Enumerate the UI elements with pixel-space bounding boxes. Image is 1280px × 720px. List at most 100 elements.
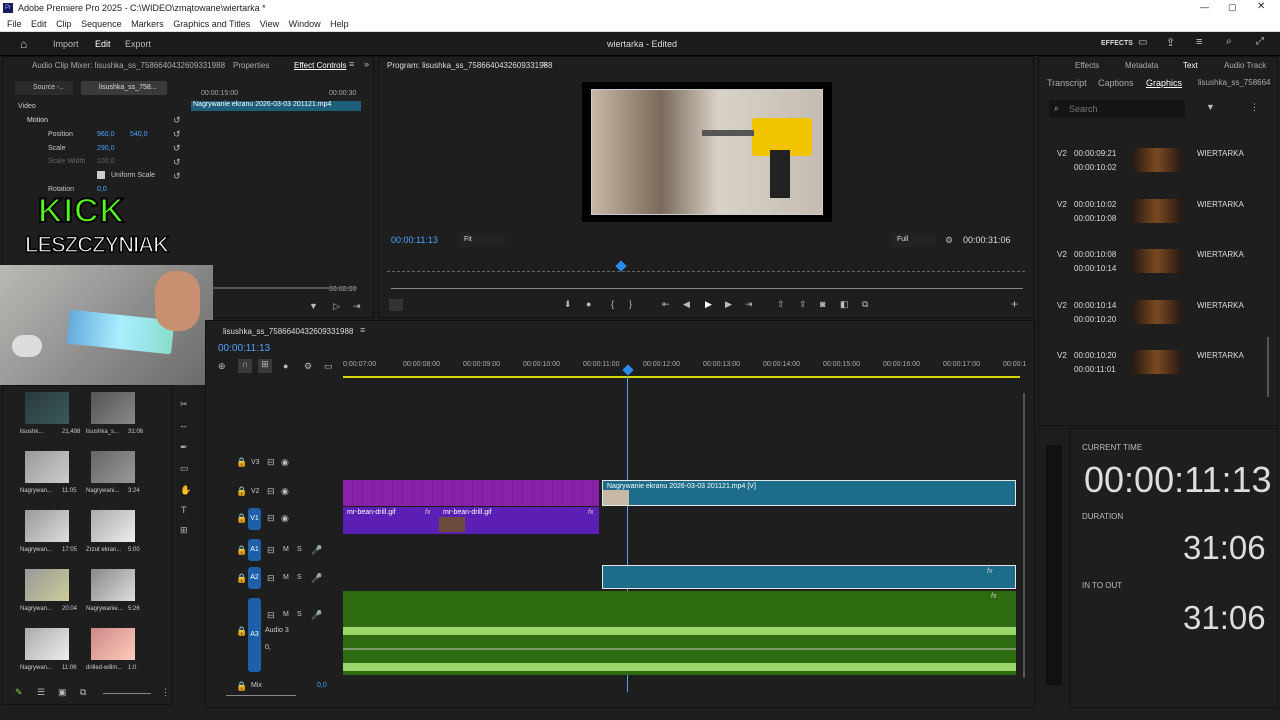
lock-icon[interactable]: 🔒 [236,513,247,524]
tab-audio-track[interactable]: Audio Track [1224,61,1266,70]
project-item-thumbnail[interactable] [91,569,135,601]
program-scroll[interactable] [391,288,1023,289]
mark-in-icon[interactable]: { [611,299,614,309]
marker-icon[interactable]: ● [586,299,591,309]
eye-icon[interactable]: ◉ [281,513,289,524]
add-marker-icon[interactable]: ⬇ [564,299,572,310]
comparison-icon[interactable]: ◧ [840,299,849,310]
panel-expand-icon[interactable]: » [364,59,369,69]
wrench-icon[interactable]: ⚙ [945,235,953,246]
graphics-list-item[interactable]: V2 00:00:10:02 00:00:10:08 WIERTARKA [1057,197,1267,237]
project-item-thumbnail[interactable] [25,451,69,483]
reset-icon[interactable]: ↺ [173,143,181,154]
sync-icon[interactable]: ⊟ [267,513,275,524]
project-item-thumbnail[interactable] [91,392,135,424]
reset-icon[interactable]: ↺ [173,129,181,140]
linked-selection-icon[interactable]: ⊞ [258,359,272,373]
reset-icon[interactable]: ↺ [173,171,181,182]
lock-icon[interactable]: 🔒 [236,626,247,637]
track-target-v1[interactable]: V1 [248,508,261,530]
step-forward-icon[interactable]: ▶ [725,299,732,310]
fit-dropdown[interactable]: Fit [459,233,505,247]
project-item-thumbnail[interactable] [91,451,135,483]
lift-icon[interactable]: ⇧ [777,299,785,310]
freeform-view-icon[interactable]: ⧉ [80,687,86,698]
step-back-icon[interactable]: ◀ [683,299,690,310]
project-item-thumbnail[interactable] [91,510,135,542]
panel-icon[interactable]: ▭ [1138,37,1147,48]
mute-button[interactable]: M [283,611,289,618]
graphics-search[interactable]: ⌕ [1049,100,1185,118]
tab-captions[interactable]: Captions [1098,78,1134,88]
share-icon[interactable]: ⇪ [1166,36,1175,49]
export-frame-icon[interactable]: ⇥ [353,301,361,312]
insert-icon[interactable]: ⊕ [218,361,226,372]
filter-icon[interactable]: ▼ [309,301,318,311]
sync-icon[interactable]: ⊟ [267,457,275,468]
camera-icon[interactable]: ◙ [820,299,825,309]
mix-value[interactable]: 0,0 [317,682,327,689]
effects-button[interactable]: EFFECTS [1101,40,1133,47]
menu-graphics[interactable]: Graphics and Titles [173,19,250,29]
close-icon[interactable]: ✕ [1257,1,1265,12]
export-tab[interactable]: Export [125,39,151,49]
eye-icon[interactable]: ◉ [281,457,289,468]
tab-effect-controls[interactable]: Effect Controls [294,61,346,70]
go-to-in-icon[interactable]: ⇤ [662,299,670,310]
settings-icon[interactable]: ⚙ [304,361,312,372]
tab-metadata[interactable]: Metadata [1125,61,1158,70]
tab-properties[interactable]: Properties [233,61,269,70]
tab-text[interactable]: Text [1183,61,1198,70]
list-view-icon[interactable]: ☰ [37,687,45,698]
tab-effects[interactable]: Effects [1075,61,1099,70]
timeline-playhead-handle[interactable] [622,364,634,376]
graphics-search-input[interactable] [1069,102,1179,116]
menu-edit[interactable]: Edit [31,19,47,29]
graphics-list-item[interactable]: V2 00:00:10:08 00:00:10:14 WIERTARKA [1057,247,1267,287]
import-tab[interactable]: Import [53,39,79,49]
graphics-list-item[interactable]: V2 00:00:10:14 00:00:10:20 WIERTARKA [1057,298,1267,338]
graphics-list-item[interactable]: V2 00:00:09:21 00:00:10:02 WIERTARKA [1057,146,1267,186]
position-x-value[interactable]: 960,0 [97,131,115,138]
menu-file[interactable]: File [7,19,22,29]
resolution-dropdown[interactable]: Full [892,233,936,247]
project-item-thumbnail[interactable] [25,510,69,542]
audio-clip-a2[interactable]: fx [602,565,1016,589]
mute-button[interactable]: M [283,574,289,581]
play-icon[interactable]: ▶ [705,299,712,310]
tab-audio-clip-mixer[interactable]: Audio Clip Mixer: lisushka_ss_7586640432… [32,61,225,70]
mic-icon[interactable]: 🎤 [311,573,322,584]
program-ruler[interactable] [387,264,1025,272]
work-area-bar[interactable] [343,376,1020,378]
sync-icon[interactable]: ⊟ [267,573,275,584]
maximize-icon[interactable]: ▢ [1228,2,1237,13]
snap-icon[interactable]: ∩ [238,359,252,373]
graphics-list-item[interactable]: V2 00:00:10:20 00:00:11:01 WIERTARKA [1057,348,1267,388]
video-clip-v2[interactable]: Nagrywanie ekranu 2026-03-03 201121.mp4 … [602,480,1016,506]
trim-icon[interactable]: ⧉ [862,299,868,310]
lock-icon[interactable]: 🔒 [236,457,247,468]
timeline-menu-icon[interactable]: ≡ [360,325,365,335]
mic-icon[interactable]: 🎤 [311,610,322,621]
sync-icon[interactable]: ⊟ [267,610,275,621]
tab-clip[interactable]: lisushka_ss_758664 [1198,78,1271,87]
menu-clip[interactable]: Clip [56,19,72,29]
add-button-icon[interactable]: + [1011,297,1018,311]
play-only-audio-icon[interactable]: ▷ [333,301,340,312]
caption-tool-icon[interactable]: ⊞ [180,525,188,536]
mute-button[interactable]: M [283,546,289,553]
timeline-h-scroll[interactable] [226,695,296,696]
settings-button[interactable] [389,299,403,311]
icon-view-icon[interactable]: ▣ [58,687,67,698]
audio-clip-a3[interactable]: fx [343,591,1016,675]
reset-icon[interactable]: ↺ [173,115,181,126]
menu-lines-icon[interactable]: ≡ [1196,36,1202,48]
menu-sequence[interactable]: Sequence [81,19,122,29]
razor-tool-icon[interactable]: ✂ [180,399,188,410]
pen-tool-icon[interactable]: ✒ [180,442,188,453]
zoom-slider[interactable] [103,693,151,694]
track-target-a2[interactable]: A2 [248,567,261,589]
extract-icon[interactable]: ⇪ [799,299,807,310]
uniform-scale-checkbox[interactable] [97,171,105,179]
search-icon[interactable]: ⌕ [1226,36,1232,47]
